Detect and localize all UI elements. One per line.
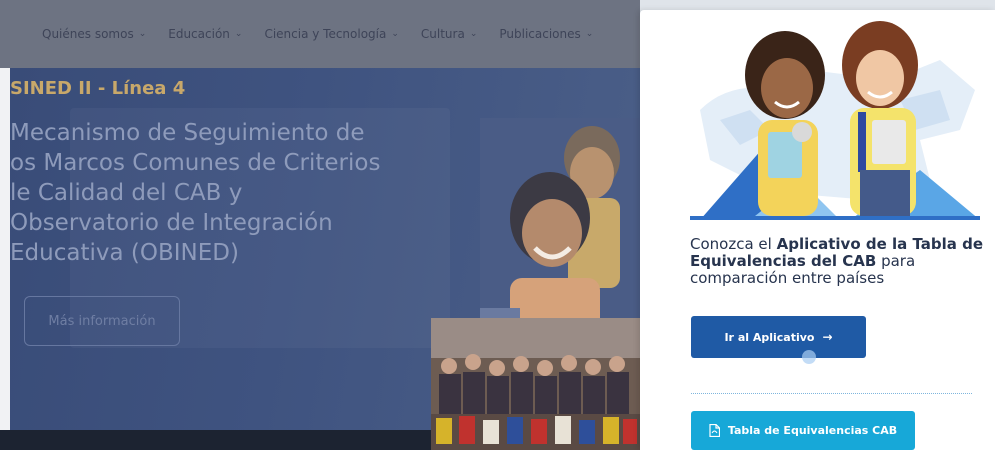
pdf-icon — [709, 424, 720, 437]
main-nav: Quiénes somos ⌄ Educación ⌄ Ciencia y Te… — [0, 0, 640, 68]
hero-title: Mecanismo de Seguimiento de os Marcos Co… — [10, 118, 440, 268]
nav-item-label: Quiénes somos — [42, 27, 134, 41]
nav-item-ciencia-tecnologia[interactable]: Ciencia y Tecnología ⌄ — [264, 27, 398, 41]
promo-text-prefix: Conozca el — [690, 235, 777, 253]
nav-item-cultura[interactable]: Cultura ⌄ — [421, 27, 477, 41]
promo-text: Conozca el Aplicativo de la Tabla de Equ… — [690, 236, 985, 287]
hero-title-line: os Marcos Comunes de Criterios — [10, 150, 381, 176]
chevron-down-icon: ⌄ — [469, 29, 478, 39]
footer-strip — [0, 430, 431, 450]
background-page: Quiénes somos ⌄ Educación ⌄ Ciencia y Te… — [0, 0, 640, 450]
divider — [691, 393, 972, 394]
chevron-down-icon: ⌄ — [138, 29, 147, 39]
click-indicator — [802, 350, 816, 364]
equivalence-table-button[interactable]: Tabla de Equivalencias CAB — [691, 411, 915, 450]
hero-title-line: le Calidad del CAB y — [10, 180, 243, 206]
nav-item-publicaciones[interactable]: Publicaciones ⌄ — [499, 27, 593, 41]
nav-item-educacion[interactable]: Educación ⌄ — [168, 27, 242, 41]
nav-item-label: Cultura — [420, 27, 465, 41]
promo-panel: Conozca el Aplicativo de la Tabla de Equ… — [640, 10, 995, 450]
open-app-button-label: Ir al Aplicativo — [724, 330, 815, 344]
chevron-down-icon: ⌄ — [234, 29, 243, 39]
chevron-down-icon: ⌄ — [391, 29, 399, 39]
open-app-button[interactable]: Ir al Aplicativo → — [691, 316, 866, 358]
chevron-down-icon: ⌄ — [585, 29, 594, 39]
nav-item-label: Ciencia y Tecnología — [264, 27, 387, 41]
nav-item-label: Publicaciones — [499, 27, 581, 41]
equivalence-table-button-label: Tabla de Equivalencias CAB — [727, 424, 898, 437]
students-illustration — [690, 21, 980, 220]
arrow-right-icon: → — [822, 330, 833, 344]
hero-title-line: Observatorio de Integración — [10, 210, 333, 236]
hero-subtitle: SINED II - Línea 4 — [10, 78, 186, 99]
nav-item-label: Educación — [168, 27, 230, 41]
group-photo — [431, 318, 640, 450]
hero-title-line: Mecanismo de Seguimiento de — [10, 120, 365, 146]
more-info-button[interactable]: Más información — [24, 296, 180, 346]
hero-title-line: Educativa (OBINED) — [10, 240, 239, 266]
nav-item-quienes-somos[interactable]: Quiénes somos ⌄ — [42, 27, 146, 41]
